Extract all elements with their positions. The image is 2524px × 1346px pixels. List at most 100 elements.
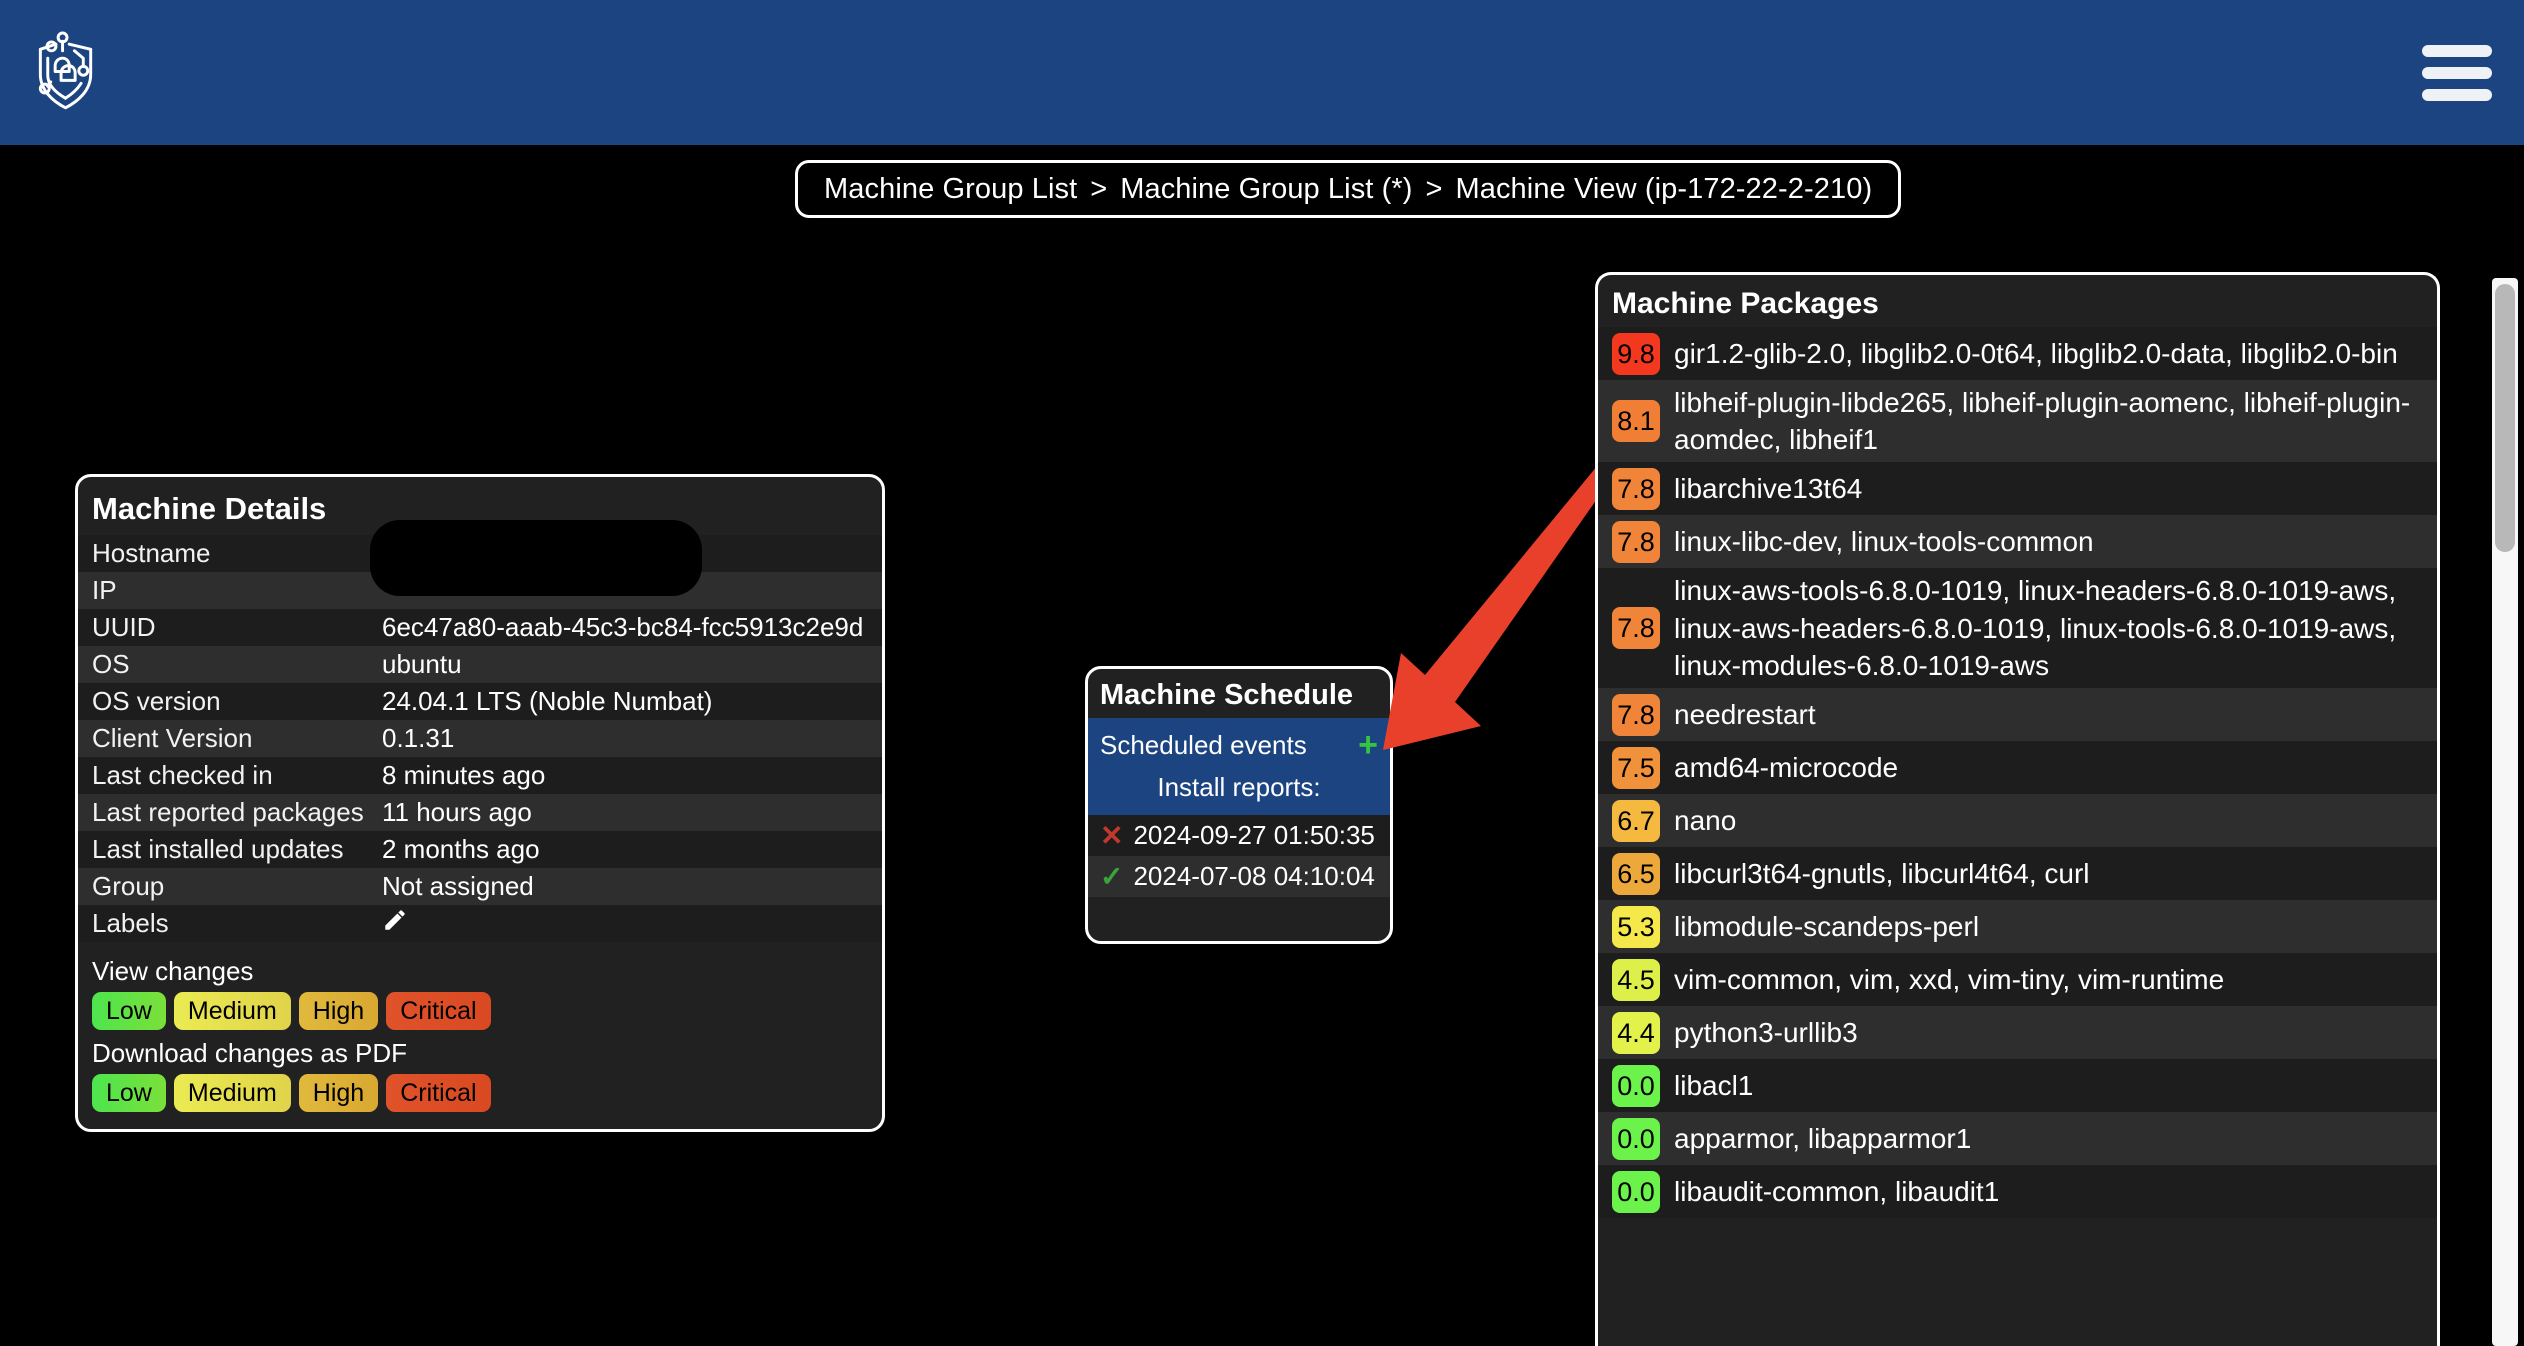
failed-icon: ✕ [1100, 820, 1124, 851]
table-row[interactable]: 7.8 libarchive13t64 [1598, 462, 2437, 516]
detail-key: Last reported packages [92, 797, 364, 827]
redacted-hostname-ip-block [370, 520, 702, 596]
package-names: apparmor, libapparmor1 [1674, 1123, 1972, 1155]
machine-packages-list: 9.8 gir1.2-glib-2.0, libglib2.0-0t64, li… [1598, 327, 2437, 1219]
package-names: libaudit-common, libaudit1 [1674, 1176, 2000, 1208]
table-row[interactable]: 0.0 apparmor, libapparmor1 [1598, 1112, 2437, 1166]
download-changes-high-button[interactable]: High [298, 1074, 379, 1112]
package-names: linux-aws-tools-6.8.0-1019, linux-header… [1674, 575, 2397, 681]
breadcrumb-separator: > [1090, 172, 1108, 205]
table-row[interactable]: 6.7 nano [1598, 794, 2437, 848]
changes-actions: View changes Low Medium High Critical Do… [78, 942, 882, 1120]
table-row[interactable]: 6.5 libcurl3t64-gnutls, libcurl4t64, cur… [1598, 847, 2437, 901]
download-changes-buttons: Low Medium High Critical [92, 1074, 882, 1120]
red-pointer-arrow [1383, 454, 1627, 750]
report-timestamp: 2024-09-27 01:50:35 [1133, 820, 1375, 850]
breadcrumb-item-machine-group-list[interactable]: Machine Group List [824, 173, 1077, 206]
status-badge: 4.4 [1612, 1011, 1660, 1054]
machine-details-rows: Hostname IP UUID 6ec47a80-aaab-45c3-bc84… [78, 535, 882, 942]
table-row: Labels [78, 905, 882, 942]
status-badge: 5.3 [1612, 905, 1660, 948]
plus-icon[interactable]: + [1358, 728, 1378, 762]
table-row[interactable]: 0.0 libacl1 [1598, 1059, 2437, 1113]
table-row: Client Version 0.1.31 [78, 720, 882, 757]
table-row[interactable]: 7.8 linux-libc-dev, linux-tools-common [1598, 515, 2437, 569]
package-names: libacl1 [1674, 1070, 1754, 1102]
breadcrumb-item-machine-group-list-all[interactable]: Machine Group List (*) [1120, 173, 1412, 206]
table-row[interactable]: 0.0 libaudit-common, libaudit1 [1598, 1165, 2437, 1219]
list-item[interactable]: ✕ 2024-09-27 01:50:35 [1088, 815, 1390, 856]
view-changes-medium-button[interactable]: Medium [173, 992, 291, 1030]
status-badge: 7.8 [1612, 607, 1660, 650]
status-badge: 8.1 [1612, 400, 1660, 443]
detail-key: Last installed updates [92, 834, 344, 864]
status-badge: 9.8 [1612, 332, 1660, 375]
packages-scrollbar[interactable] [2492, 278, 2518, 1346]
table-row[interactable]: 5.3 libmodule-scandeps-perl [1598, 900, 2437, 954]
breadcrumb: Machine Group List > Machine Group List … [795, 160, 1902, 218]
package-names: libarchive13t64 [1674, 473, 1863, 505]
install-reports-label: Install reports: [1157, 772, 1321, 802]
table-row: UUID 6ec47a80-aaab-45c3-bc84-fcc5913c2e9… [78, 609, 882, 646]
hamburger-line [2422, 44, 2492, 57]
hamburger-menu-icon[interactable] [2422, 44, 2492, 101]
view-changes-low-button[interactable]: Low [92, 992, 166, 1030]
hamburger-line [2422, 88, 2492, 101]
download-changes-low-button[interactable]: Low [92, 1074, 166, 1112]
machine-packages-panel: Machine Packages 9.8 gir1.2-glib-2.0, li… [1595, 272, 2440, 1346]
table-row: Group Not assigned [78, 868, 882, 905]
detail-key: Client Version [92, 723, 253, 753]
machine-schedule-panel: Machine Schedule Scheduled events + Inst… [1085, 666, 1393, 944]
download-changes-critical-button[interactable]: Critical [386, 1074, 491, 1112]
status-badge: 7.8 [1612, 467, 1660, 510]
detail-value: 6ec47a80-aaab-45c3-bc84-fcc5913c2e9d [382, 612, 864, 642]
table-row: Last checked in 8 minutes ago [78, 757, 882, 794]
status-badge: 0.0 [1612, 1064, 1660, 1107]
table-row[interactable]: 4.5 vim-common, vim, xxd, vim-tiny, vim-… [1598, 953, 2437, 1007]
detail-key: UUID [92, 612, 156, 642]
scheduled-events-label: Scheduled events [1100, 729, 1307, 760]
status-badge: 0.0 [1612, 1117, 1660, 1160]
table-row: OS version 24.04.1 LTS (Noble Numbat) [78, 683, 882, 720]
package-names: libcurl3t64-gnutls, libcurl4t64, curl [1674, 858, 2090, 890]
table-row[interactable]: 9.8 gir1.2-glib-2.0, libglib2.0-0t64, li… [1598, 327, 2437, 380]
breadcrumb-item-machine-view[interactable]: Machine View (ip-172-22-2-210) [1455, 173, 1872, 206]
pencil-icon[interactable] [382, 907, 408, 933]
install-reports-list: ✕ 2024-09-27 01:50:35 ✓ 2024-07-08 04:10… [1088, 815, 1390, 897]
status-badge: 6.5 [1612, 852, 1660, 895]
table-row[interactable]: 8.1 libheif-plugin-libde265, libheif-plu… [1598, 380, 2437, 463]
table-row[interactable]: 7.5 amd64-microcode [1598, 741, 2437, 795]
scheduled-events-row[interactable]: Scheduled events + [1100, 724, 1378, 766]
detail-key: Labels [92, 908, 169, 938]
package-names: needrestart [1674, 699, 1816, 731]
detail-value: 2 months ago [382, 834, 540, 864]
machine-packages-title: Machine Packages [1612, 287, 1879, 320]
detail-key: OS version [92, 686, 221, 716]
status-badge: 7.5 [1612, 746, 1660, 789]
status-badge: 7.8 [1612, 693, 1660, 736]
view-changes-high-button[interactable]: High [298, 992, 379, 1030]
table-row: OS ubuntu [78, 646, 882, 683]
machine-schedule-title: Machine Schedule [1100, 679, 1354, 711]
download-changes-medium-button[interactable]: Medium [173, 1074, 291, 1112]
detail-key: IP [92, 575, 117, 605]
detail-value: 8 minutes ago [382, 760, 546, 790]
view-changes-critical-button[interactable]: Critical [386, 992, 491, 1030]
package-names: vim-common, vim, xxd, vim-tiny, vim-runt… [1674, 964, 2225, 996]
shield-network-logo[interactable] [30, 30, 104, 116]
status-badge: 4.5 [1612, 958, 1660, 1001]
list-item[interactable]: ✓ 2024-07-08 04:10:04 [1088, 856, 1390, 897]
status-badge: 0.0 [1612, 1170, 1660, 1213]
package-names: nano [1674, 805, 1737, 837]
hamburger-line [2422, 66, 2492, 79]
table-row: Last installed updates 2 months ago [78, 831, 882, 868]
packages-scrollbar-thumb[interactable] [2495, 284, 2515, 552]
package-names: gir1.2-glib-2.0, libglib2.0-0t64, libgli… [1674, 337, 2398, 369]
success-icon: ✓ [1100, 861, 1124, 892]
package-names: libheif-plugin-libde265, libheif-plugin-… [1674, 387, 2411, 456]
table-row[interactable]: 7.8 needrestart [1598, 688, 2437, 742]
status-badge: 7.8 [1612, 520, 1660, 563]
table-row[interactable]: 4.4 python3-urllib3 [1598, 1006, 2437, 1060]
detail-value: 0.1.31 [382, 723, 455, 753]
table-row[interactable]: 7.8 linux-aws-tools-6.8.0-1019, linux-he… [1598, 568, 2437, 689]
